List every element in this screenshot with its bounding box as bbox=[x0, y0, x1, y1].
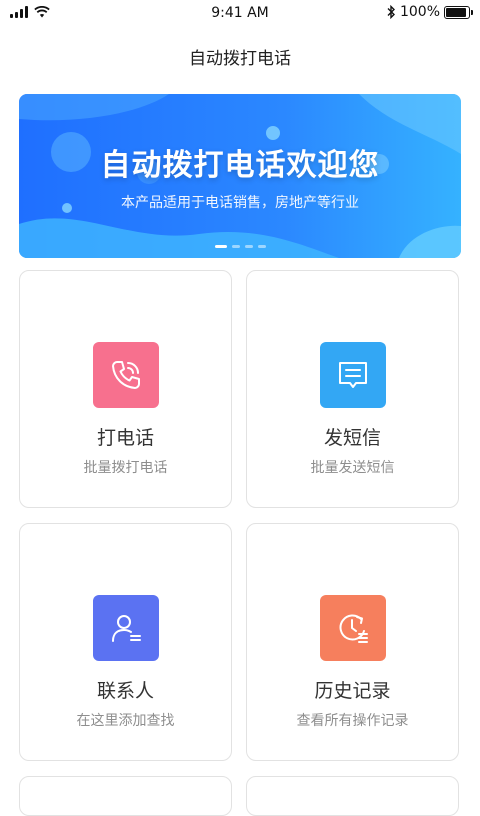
banner-title: 自动拨打电话欢迎您 bbox=[100, 148, 380, 183]
contacts-card[interactable]: 联系人 在这里添加查找 bbox=[19, 523, 232, 761]
page-title: 自动拨打电话 bbox=[189, 49, 291, 69]
banner-subtitle: 本产品适用于电话销售，房地产等行业 bbox=[121, 195, 359, 211]
carousel-dot[interactable] bbox=[244, 245, 253, 248]
card-title: 历史记录 bbox=[314, 680, 391, 702]
card-subtitle: 批量发送短信 bbox=[310, 460, 395, 476]
carousel-dot[interactable] bbox=[257, 245, 266, 248]
call-icon-box bbox=[93, 342, 159, 408]
card-subtitle: 查看所有操作记录 bbox=[296, 713, 409, 729]
sms-card[interactable]: 发短信 批量发送短信 bbox=[246, 270, 459, 508]
carousel-indicator[interactable] bbox=[19, 245, 461, 248]
call-card[interactable]: 打电话 批量拨打电话 bbox=[19, 270, 232, 508]
card-title: 打电话 bbox=[96, 427, 154, 449]
card-title: 发短信 bbox=[323, 427, 381, 449]
battery-percent: 100% bbox=[399, 4, 440, 20]
card-subtitle: 批量拨打电话 bbox=[83, 460, 168, 476]
message-icon bbox=[339, 362, 367, 388]
battery-icon bbox=[444, 5, 473, 19]
contact-icon bbox=[112, 615, 141, 642]
card-subtitle: 在这里添加查找 bbox=[76, 713, 175, 729]
more-card-right[interactable] bbox=[246, 776, 459, 816]
bluetooth-icon bbox=[387, 5, 395, 19]
carousel-dot[interactable] bbox=[214, 245, 227, 248]
banner-carousel[interactable]: 自动拨打电话欢迎您 本产品适用于电话销售，房地产等行业 bbox=[19, 94, 461, 258]
more-card-left[interactable] bbox=[19, 776, 232, 816]
history-icon bbox=[339, 614, 368, 643]
phone-icon bbox=[112, 361, 140, 389]
status-bar: 9:41 AM 100% bbox=[0, 0, 480, 28]
history-card[interactable]: 历史记录 查看所有操作记录 bbox=[246, 523, 459, 761]
card-title: 联系人 bbox=[96, 680, 154, 702]
sms-icon-box bbox=[320, 342, 386, 408]
history-icon-box bbox=[320, 595, 386, 661]
contacts-icon-box bbox=[93, 595, 159, 661]
carousel-dot[interactable] bbox=[231, 245, 240, 248]
battery-fill bbox=[446, 7, 466, 17]
